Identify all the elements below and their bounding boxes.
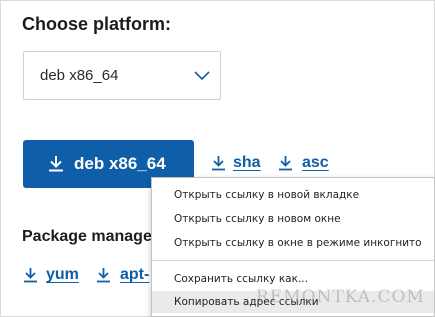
asc-download-icon: [279, 156, 292, 171]
download-icon: [49, 156, 63, 172]
platform-select-value: deb x86_64: [40, 67, 119, 84]
asc-link[interactable]: asc: [302, 154, 329, 172]
download-button-label: deb x86_64: [74, 154, 166, 173]
menu-separator: [152, 260, 434, 261]
menu-item-open-new-tab[interactable]: Открыть ссылку в новой вкладке: [152, 184, 434, 206]
package-managers-heading: Package manage: [22, 228, 152, 245]
menu-item-open-incognito[interactable]: Открыть ссылку в окне в режиме инкогнито: [152, 232, 434, 254]
apt-link[interactable]: apt-: [120, 266, 149, 284]
platform-select[interactable]: deb x86_64: [23, 51, 221, 100]
menu-item-open-new-window[interactable]: Открыть ссылку в новом окне: [152, 208, 434, 230]
choose-platform-heading: Choose platform:: [22, 14, 172, 34]
yum-download-icon: [24, 268, 37, 283]
yum-link[interactable]: yum: [46, 266, 79, 284]
sha-link[interactable]: sha: [233, 154, 261, 172]
apt-download-icon: [97, 268, 110, 283]
sha-download-icon: [212, 156, 225, 171]
chevron-down-icon: [194, 71, 210, 81]
watermark: REMONTKA.COM: [256, 287, 425, 307]
